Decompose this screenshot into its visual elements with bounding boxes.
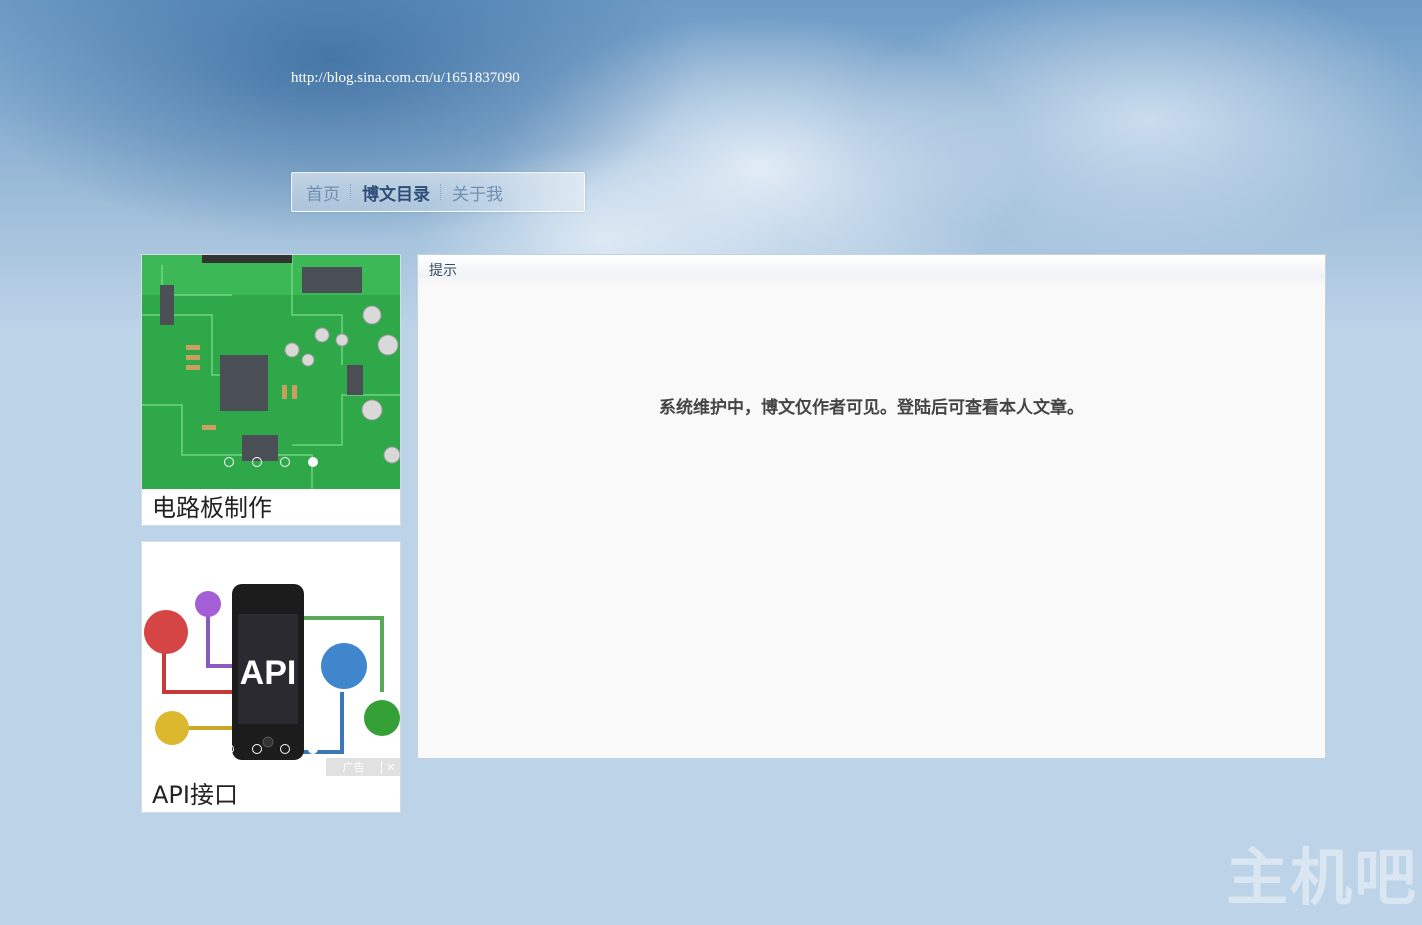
- carousel-dot[interactable]: [224, 744, 234, 754]
- carousel-dots: [142, 739, 400, 758]
- blog-nav: 首页 博文目录 关于我: [291, 172, 585, 212]
- carousel-dot[interactable]: [280, 457, 290, 467]
- nav-divider: [440, 184, 442, 200]
- nav-item-home[interactable]: 首页: [306, 180, 340, 205]
- carousel-dot-active[interactable]: [308, 744, 318, 754]
- maintenance-message: 系统维护中，博文仅作者可见。登陆后可查看本人文章。: [659, 398, 1084, 418]
- ad-label: 广告: [342, 761, 365, 774]
- carousel-dot[interactable]: [252, 457, 262, 467]
- notice-panel: 提示 系统维护中，博文仅作者可见。登陆后可查看本人文章。: [417, 254, 1326, 759]
- carousel-dot[interactable]: [252, 744, 262, 754]
- ad-caption[interactable]: API接口: [142, 776, 400, 812]
- ad-tag: 广告 ✕: [326, 758, 400, 776]
- nav-divider: [350, 184, 352, 200]
- carousel-dot[interactable]: [280, 744, 290, 754]
- carousel-dots: [142, 452, 400, 471]
- carousel-dot[interactable]: [224, 457, 234, 467]
- api-phone-image[interactable]: API 广告 ✕: [142, 542, 400, 776]
- blog-url: http://blog.sina.com.cn/u/1651837090: [291, 70, 520, 86]
- ad-card-circuit-board[interactable]: 电路板制作: [141, 254, 401, 526]
- nav-item-article-list[interactable]: 博文目录: [362, 180, 430, 205]
- panel-title: 提示: [418, 255, 1325, 285]
- site-watermark: 主机吧: [1225, 841, 1418, 914]
- close-icon[interactable]: ✕: [381, 760, 400, 774]
- carousel-dot-active[interactable]: [308, 457, 318, 467]
- circuit-board-image[interactable]: [142, 255, 400, 489]
- nav-item-about-me[interactable]: 关于我: [452, 180, 503, 205]
- ad-caption[interactable]: 电路板制作: [142, 489, 400, 525]
- ad-card-api[interactable]: API 广告 ✕ API接口: [141, 541, 401, 813]
- svg-text:API: API: [240, 654, 297, 692]
